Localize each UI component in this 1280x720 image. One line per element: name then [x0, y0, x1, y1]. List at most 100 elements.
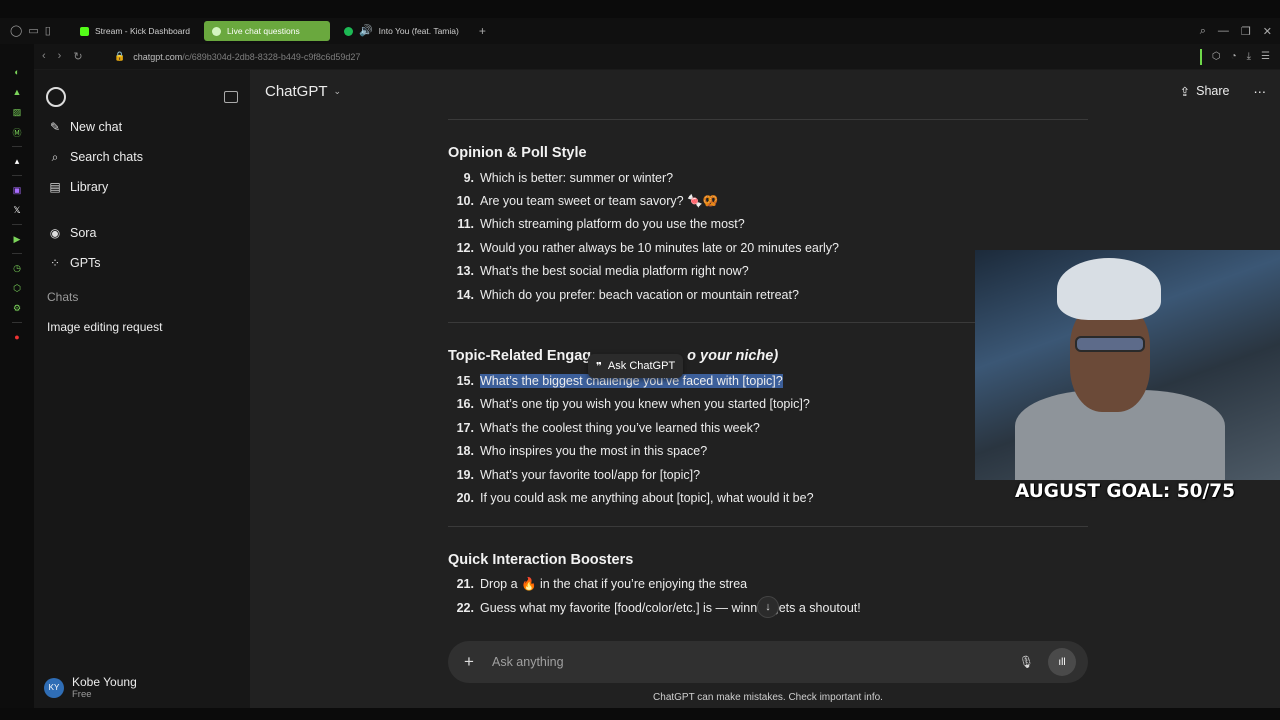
sidebar-item-search-chats[interactable]: ⌕ Search chats [34, 142, 250, 172]
item-text: Who inspires you the most in this space? [480, 444, 708, 459]
ask-chatgpt-button[interactable]: ❞ Ask ChatGPT [588, 354, 684, 378]
tab-kick-dashboard[interactable]: Stream - Kick Dashboard [72, 21, 198, 41]
tab-label: Into You (feat. Tamia) [378, 26, 459, 36]
opera-logo-icon[interactable]: ◯ [10, 25, 22, 37]
item-number: 17. [456, 420, 474, 435]
forward-icon[interactable]: › [58, 50, 62, 63]
item-text: What’s the best social media platform ri… [480, 264, 749, 279]
user-menu[interactable]: KY Kobe Young Free [44, 675, 137, 700]
waveform-icon: ıll [1058, 656, 1066, 668]
list-item: 10. Are you team sweet or team savory? 🍬🥨 [448, 189, 1088, 212]
item-text: If you could ask me anything about [topi… [480, 490, 814, 505]
microphone-icon[interactable]: 🎙 [1019, 655, 1034, 669]
extensions-icon[interactable]: ⬡ [1212, 51, 1221, 62]
profile-icon[interactable]: ◔ [1231, 51, 1237, 62]
search-tabs-icon[interactable]: ⌕ [1200, 25, 1206, 38]
sidebar-item-new-chat[interactable]: ✎ New chat [34, 112, 250, 142]
item-number: 16. [456, 397, 474, 412]
library-icon: ▤ [49, 180, 61, 194]
model-selector[interactable]: ChatGPT ⌄ [265, 83, 341, 100]
chatgpt-logo-icon[interactable] [46, 87, 66, 107]
close-icon[interactable]: ✕ [1263, 25, 1272, 38]
item-text: Which is better: summer or winter? [480, 170, 674, 185]
player-icon[interactable]: ▶ [11, 233, 23, 245]
voice-mode-button[interactable]: ıll [1048, 648, 1076, 676]
record-icon[interactable]: ● [11, 331, 23, 343]
item-text: Which do you prefer: beach vacation or m… [480, 287, 799, 302]
workspace-icon[interactable]: ▨ [11, 106, 23, 118]
prompt-input[interactable]: Ask anything [492, 655, 564, 669]
webcam-hat [1057, 258, 1161, 320]
section-heading: Opinion & Poll Style [448, 145, 587, 161]
item-text: What’s one tip you wish you knew when yo… [480, 397, 810, 412]
item-text: Are you team sweet or team savory? 🍬🥨 [480, 193, 719, 208]
item-number: 20. [456, 490, 474, 505]
webcam-overlay [975, 250, 1280, 480]
back-icon[interactable]: ‹ [42, 50, 46, 63]
screen: ◯ ▭ ▯ Stream - Kick Dashboard Live chat … [0, 0, 1280, 720]
app-icon[interactable]: ▴ [11, 155, 23, 167]
history-icon[interactable]: ◷ [11, 262, 23, 274]
spotify-icon [343, 26, 353, 36]
url-field[interactable]: 🔒 chatgpt.com/c/689b304d-2db8-8328-b449-… [114, 51, 360, 62]
tab-live-chat-questions[interactable]: Live chat questions [203, 21, 330, 41]
quote-icon: ❞ [596, 360, 602, 373]
tab-menu-icon[interactable]: ▯ [45, 25, 51, 37]
rail-divider [12, 322, 22, 323]
list-item: 21. Drop a 🔥 in the chat if you’re enjoyi… [448, 573, 1088, 596]
ask-chatgpt-label: Ask ChatGPT [607, 360, 676, 372]
scroll-down-button[interactable]: ↓ [757, 596, 779, 618]
item-number: 19. [456, 467, 474, 482]
more-options-icon[interactable]: ⋯ [1254, 84, 1267, 99]
list-item: 11. Which streaming platform do you use t… [448, 213, 1088, 236]
item-number: 21. [456, 577, 474, 592]
user-plan: Free [72, 689, 92, 700]
minimize-icon[interactable]: — [1218, 25, 1229, 38]
chevron-down-icon: ⌄ [333, 85, 342, 96]
sidebar-item-gpts[interactable]: ⁘ GPTs [34, 248, 250, 278]
reload-icon[interactable]: ↻ [73, 50, 82, 63]
address-bar-actions: ⬡ ◔ ⤓ ☰ [1199, 48, 1280, 65]
sidebar-item-library[interactable]: ▤ Library [34, 172, 250, 202]
speaker-icon[interactable]: 🔊 [359, 25, 373, 37]
restore-icon[interactable]: ❐ [1241, 25, 1251, 38]
url-host: chatgpt.com [133, 51, 183, 62]
settings-icon[interactable]: ⚙ [11, 302, 23, 314]
sidebar-top [34, 70, 250, 112]
chatgpt-sidebar: ✎ New chat ⌕ Search chats ▤ Library ◉ So… [34, 70, 250, 708]
share-button[interactable]: ⇪ Share [1180, 84, 1230, 99]
model-name: ChatGPT [265, 82, 328, 100]
chat-history-item[interactable]: Image editing request [34, 312, 250, 342]
lock-icon: 🔒 [114, 51, 126, 61]
disclaimer: ChatGPT can make mistakes. Check importa… [653, 692, 883, 703]
heading-text: Topic-Related Engag [448, 348, 592, 365]
sidebar-item-label: Library [70, 180, 109, 194]
item-number: 12. [456, 240, 474, 255]
item-text: Which streaming platform do you use the … [480, 217, 745, 232]
easy-setup-icon[interactable]: ☰ [1261, 51, 1270, 62]
tab-into-you[interactable]: 🔊 Into You (feat. Tamia) [336, 21, 467, 41]
header-actions: ⇪ Share ⋯ [1180, 84, 1266, 99]
twitch-icon[interactable]: ▣ [11, 184, 23, 196]
grid-icon: ⁘ [49, 256, 61, 270]
browser-tab-bar: ◯ ▭ ▯ Stream - Kick Dashboard Live chat … [0, 18, 1280, 44]
item-number: 11. [457, 217, 474, 232]
download-icon[interactable]: ⤓ [1247, 51, 1251, 62]
sidebar-toggle-icon[interactable] [224, 91, 238, 103]
webcam-glasses [1075, 336, 1145, 352]
divider [448, 525, 1088, 527]
plus-icon[interactable]: + [464, 652, 492, 672]
sora-icon: ◉ [49, 226, 61, 240]
new-tab-button[interactable]: + [479, 24, 486, 38]
share-icon: ⇪ [1179, 84, 1191, 99]
separator [1199, 48, 1202, 65]
extensions-rail-icon[interactable]: ⬡ [11, 282, 23, 294]
x-icon[interactable]: 𝕏 [11, 204, 23, 216]
tab-label: Live chat questions [226, 26, 300, 36]
sidebar-item-sora[interactable]: ◉ Sora [34, 218, 250, 248]
messenger-icon[interactable]: Ⓜ [11, 126, 23, 138]
tab-islands-icon[interactable]: ▭ [28, 25, 38, 37]
aria-icon[interactable]: ◐ [11, 66, 23, 78]
ai-icon[interactable]: ▲ [11, 86, 23, 98]
chats-heading: Chats [47, 290, 79, 304]
